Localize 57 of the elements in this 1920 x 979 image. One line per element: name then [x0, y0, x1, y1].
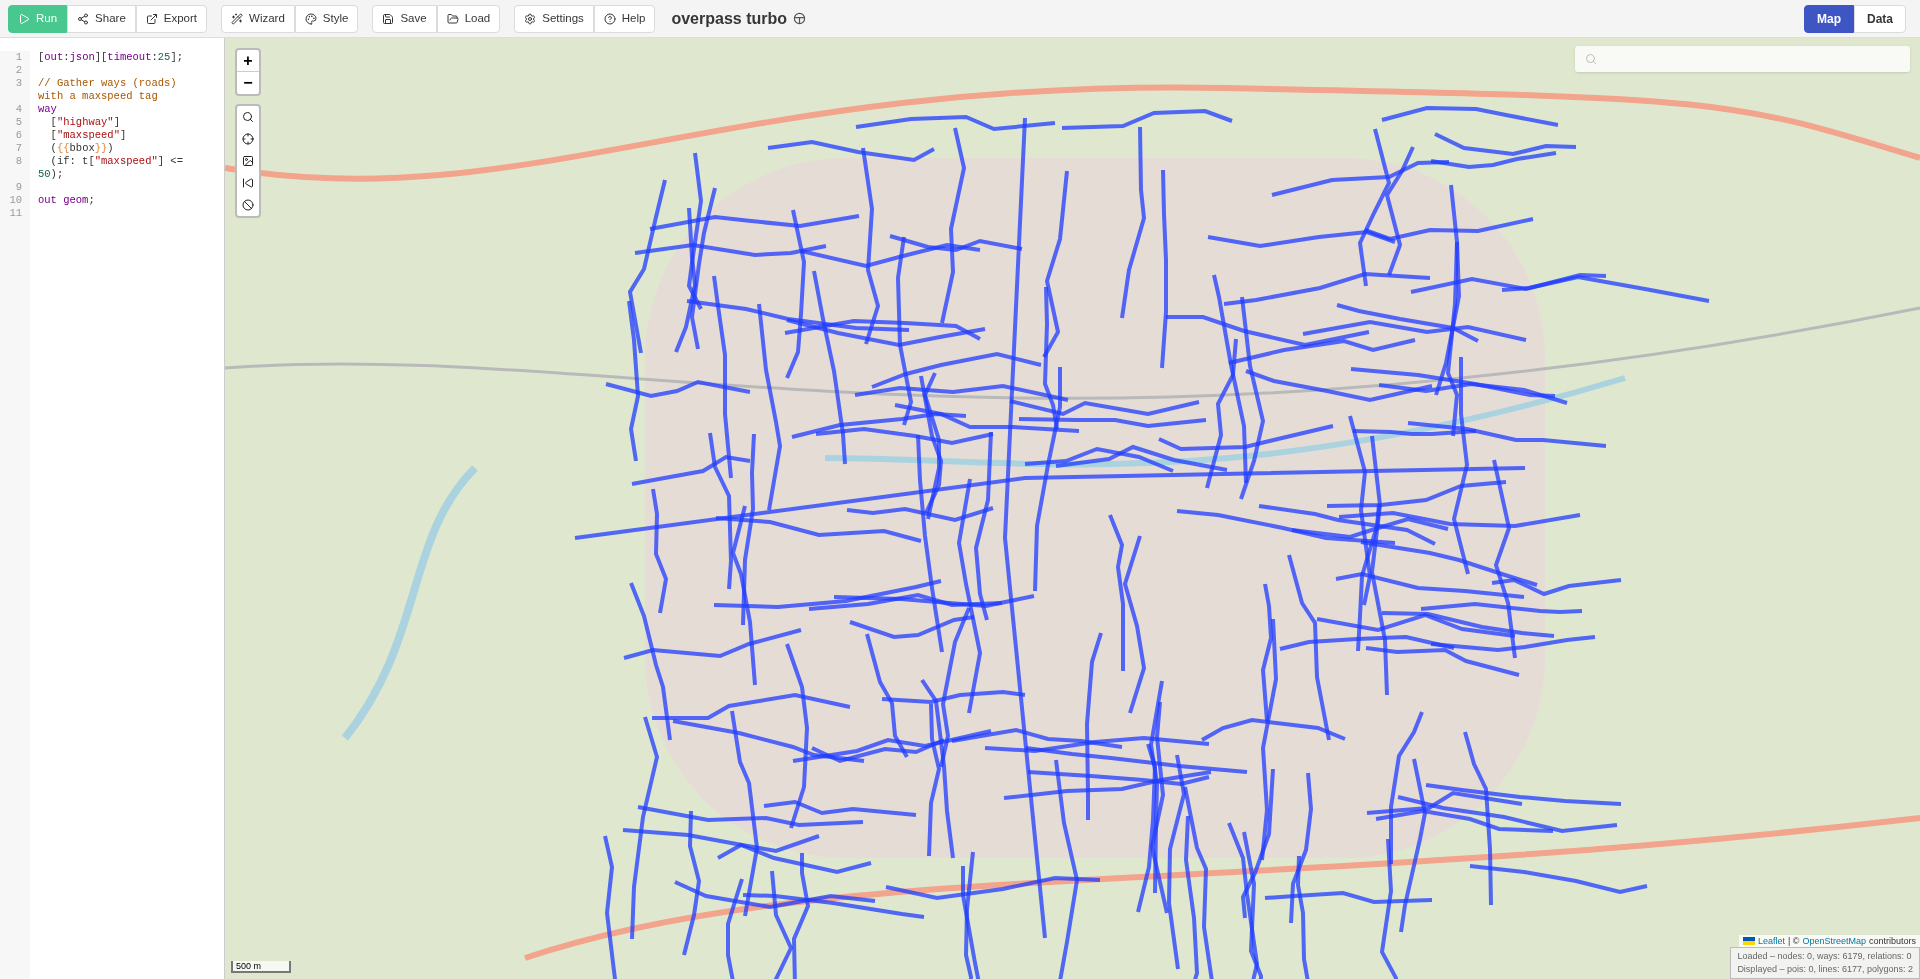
toolbar-button[interactable]: Help: [593, 4, 656, 33]
line-number: 6: [14, 129, 22, 142]
code-line: way: [38, 103, 57, 115]
code-line: ({{bbox}}): [49, 142, 114, 154]
toolbar-button[interactable]: Wizard: [221, 4, 295, 33]
scale-bar: 500 m: [231, 961, 291, 973]
code-line: [out:json][timeout:25];: [38, 51, 183, 63]
toolbar-button[interactable]: Export: [135, 4, 208, 33]
zoom-button[interactable]: −: [237, 72, 259, 94]
stats-text: Displayed – pois: 0, lines: 6177, polygons: 2: [1737, 963, 1913, 976]
search-icon: [1585, 53, 1597, 65]
line-number: 7: [14, 142, 22, 155]
line-number: 5: [14, 116, 22, 129]
code-line: ["maxspeed"]: [49, 129, 127, 141]
wand-icon: [231, 12, 244, 25]
line-number: 2: [14, 64, 22, 77]
zoom-button[interactable]: +: [237, 50, 259, 72]
toolbar-button[interactable]: Load: [436, 4, 501, 33]
image-icon: [242, 155, 254, 167]
code-line: out geom;: [38, 194, 95, 206]
share-icon: [77, 12, 90, 25]
settings-icon: [524, 12, 537, 25]
view-tab[interactable]: Data: [1854, 4, 1906, 33]
line-number: 9: [14, 181, 22, 194]
line-number: 10: [8, 194, 22, 207]
line-number: 8: [14, 155, 22, 169]
toolbar-button[interactable]: Save: [372, 4, 437, 33]
question-mark-icon: [603, 12, 616, 25]
view-tab[interactable]: Map: [1804, 4, 1854, 33]
play-icon: [18, 12, 30, 25]
line-number: 4: [14, 103, 22, 116]
ukraine-flag-icon: [1742, 937, 1755, 946]
line-number: 11: [8, 207, 22, 220]
crosshair-icon: [242, 133, 254, 145]
openstreetmap-link[interactable]: OpenStreetMap: [1802, 934, 1866, 948]
code-line: // Gather ways (roads) with a maxspeed tag: [38, 77, 178, 102]
search-field[interactable]: [1575, 46, 1910, 72]
attribution-separator: | ©: [1787, 934, 1800, 948]
skip-back-icon: [242, 177, 254, 189]
code-line: (if: t["maxspeed"] <= 50);: [38, 155, 184, 180]
ban-icon: [242, 199, 254, 211]
folder-icon: [446, 12, 459, 25]
line-number: 3: [14, 77, 22, 91]
external-link-icon: [145, 12, 158, 25]
code-editor[interactable]: 1 [out:json][timeout:25]; 2 3 // Gather ways (roads) with a maxspeed tag 4 way 5 ["highway"] 6 ["maxspeed"] 7 ({{bbox}}) 8 (if: t["maxspeed"] <= 50); 9 10 out geom; 11: [0, 38, 225, 979]
code-line: ["highway"]: [49, 116, 120, 128]
palette-icon: [304, 12, 317, 25]
logo-icon: [793, 12, 807, 25]
leaflet-link[interactable]: Leaflet: [1757, 934, 1785, 948]
toolbar-button[interactable]: Share: [67, 4, 136, 33]
search-icon: [242, 111, 254, 123]
toolbar-button[interactable]: Style: [294, 4, 359, 33]
app-title: overpass turbo: [671, 8, 788, 29]
attribution-text: contributors: [1868, 934, 1916, 948]
stats-text: Loaded – nodes: 0, ways: 6179, relations: 0: [1737, 950, 1913, 963]
toolbar-button[interactable]: Settings: [514, 4, 594, 33]
line-number: 1: [14, 51, 22, 64]
